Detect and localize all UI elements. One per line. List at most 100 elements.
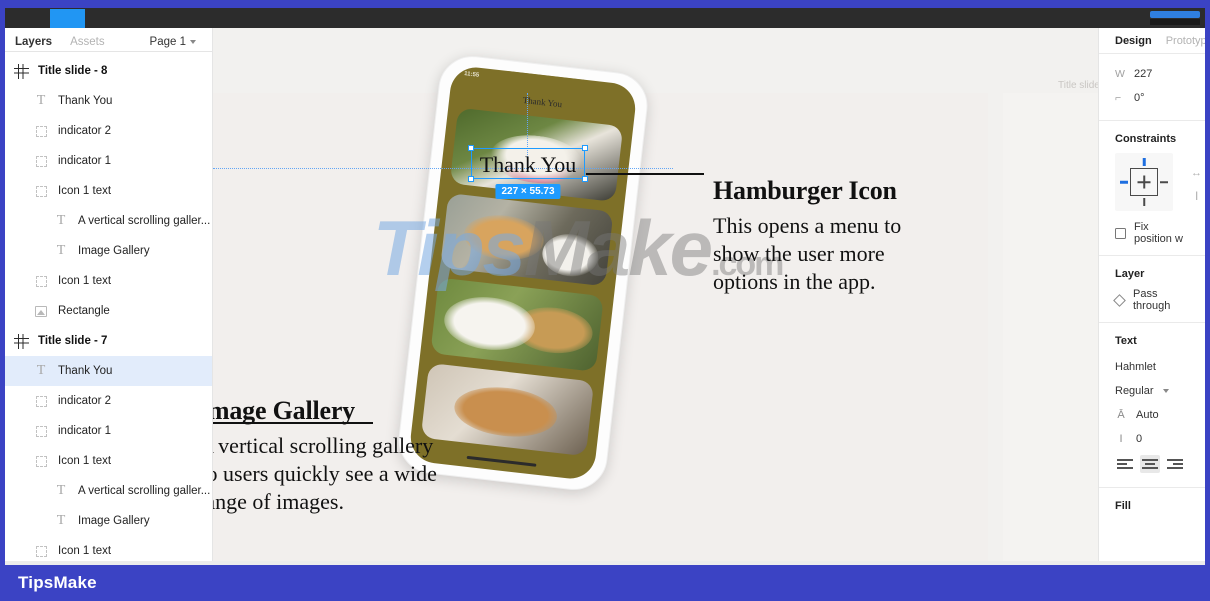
- resize-handle-top-right[interactable]: [582, 145, 588, 151]
- layer-row[interactable]: indicator 1: [5, 416, 212, 446]
- font-style-row[interactable]: Regular: [1099, 379, 1205, 403]
- line-height-value[interactable]: Auto: [1136, 409, 1159, 421]
- blend-mode-value[interactable]: Pass through: [1133, 288, 1189, 312]
- layer-label: Image Gallery: [78, 515, 150, 527]
- resize-handle-top-left[interactable]: [468, 145, 474, 151]
- selection-bounding-box[interactable]: Thank You 227 × 55.73: [468, 145, 588, 199]
- layer-row[interactable]: T Thank You: [5, 86, 212, 116]
- resize-handle-bottom-left[interactable]: [468, 176, 474, 182]
- align-center-icon[interactable]: [1140, 455, 1160, 473]
- design-panel: Design Prototype W 227 ⌐ 0° Constraints: [1098, 28, 1205, 565]
- line-height-icon: Ā: [1117, 409, 1125, 421]
- width-row[interactable]: W 227: [1099, 62, 1205, 86]
- group-icon: [33, 123, 49, 139]
- layer-label: Image Gallery: [78, 245, 150, 257]
- layer-title: Layer: [1115, 268, 1145, 280]
- alignment-guide-horizontal: [213, 168, 673, 169]
- layer-label: indicator 2: [58, 125, 112, 137]
- font-family-row[interactable]: Hahmlet: [1099, 355, 1205, 379]
- group-icon: [33, 153, 49, 169]
- layer-row[interactable]: T A vertical scrolling galler...: [5, 476, 212, 506]
- image-icon: [33, 303, 49, 319]
- layer-row[interactable]: T Thank You: [5, 356, 212, 386]
- constraint-left-marker[interactable]: [1120, 180, 1128, 184]
- brand-label: TipsMake: [18, 573, 97, 592]
- fill-section: Fill: [1099, 488, 1205, 530]
- text-icon: T: [36, 93, 46, 108]
- layer-row[interactable]: T Image Gallery: [5, 236, 212, 266]
- layer-label: A vertical scrolling galler...: [78, 485, 211, 497]
- page-selector[interactable]: Page 1: [150, 32, 196, 52]
- page-frame-right: [1205, 0, 1210, 601]
- fill-title: Fill: [1115, 500, 1131, 512]
- tab-design[interactable]: Design: [1115, 35, 1152, 47]
- line-height-row[interactable]: Ā Auto: [1099, 403, 1205, 427]
- resize-handle-bottom-right[interactable]: [582, 176, 588, 182]
- layer-row[interactable]: Title slide - 7: [5, 326, 212, 356]
- artboard-title-slide-8[interactable]: [1003, 93, 1098, 563]
- design-panel-tabs: Design Prototype: [1099, 28, 1205, 54]
- design-canvas[interactable]: Title slide 11:55 Thank You TipsMake.com…: [213, 28, 1098, 565]
- layer-row[interactable]: T A vertical scrolling galler...: [5, 206, 212, 236]
- align-right-icon[interactable]: [1165, 455, 1185, 473]
- layer-row[interactable]: Icon 1 text: [5, 446, 212, 476]
- selection-dimensions-badge: 227 × 55.73: [495, 184, 561, 199]
- tab-prototype[interactable]: Prototype: [1166, 35, 1205, 47]
- layer-row[interactable]: indicator 2: [5, 116, 212, 146]
- font-family-value[interactable]: Hahmlet: [1115, 361, 1156, 373]
- dimensions-section: W 227 ⌐ 0°: [1099, 54, 1205, 121]
- letter-spacing-row[interactable]: I 0: [1099, 427, 1205, 451]
- move-tool-button[interactable]: [50, 9, 85, 28]
- letter-spacing-icon: I: [1119, 433, 1123, 445]
- layer-row[interactable]: Icon 1 text: [5, 176, 212, 206]
- chevron-down-icon: [1162, 388, 1169, 393]
- letter-spacing-value[interactable]: 0: [1136, 433, 1142, 445]
- blend-mode-icon: [1113, 293, 1126, 307]
- layer-row[interactable]: Rectangle: [5, 296, 212, 326]
- phone-notch: [504, 70, 585, 97]
- annotation-left-body: A vertical scrolling gallery so users qu…: [213, 433, 437, 515]
- constraint-right-marker[interactable]: [1160, 181, 1168, 183]
- layer-row[interactable]: indicator 2: [5, 386, 212, 416]
- width-label: W: [1115, 68, 1125, 80]
- constraints-title: Constraints: [1115, 133, 1177, 145]
- share-button[interactable]: [1150, 11, 1200, 18]
- fix-position-row[interactable]: Fix position w: [1099, 211, 1205, 245]
- font-style-value[interactable]: Regular: [1115, 385, 1154, 397]
- gallery-photo-2: [440, 192, 614, 287]
- constraint-top-marker[interactable]: [1142, 158, 1146, 166]
- constraint-bottom-marker[interactable]: [1143, 198, 1145, 206]
- layer-label: Thank You: [58, 365, 113, 377]
- tab-layers[interactable]: Layers: [15, 32, 52, 52]
- figma-menu-icon[interactable]: [5, 8, 50, 28]
- align-left-icon[interactable]: [1115, 455, 1135, 473]
- home-indicator: [466, 455, 537, 467]
- layer-label: Icon 1 text: [58, 545, 112, 557]
- angle-icon: ⌐: [1115, 92, 1122, 104]
- blend-mode-row[interactable]: Pass through: [1099, 288, 1205, 312]
- layer-row[interactable]: T Image Gallery: [5, 506, 212, 536]
- layer-label: A vertical scrolling galler...: [78, 215, 211, 227]
- rotation-row[interactable]: ⌐ 0°: [1099, 86, 1205, 110]
- tab-assets[interactable]: Assets: [70, 32, 105, 52]
- chevron-down-icon: [190, 39, 196, 44]
- horizontal-constraint-icon[interactable]: ↔: [1191, 167, 1202, 179]
- rotation-value[interactable]: 0°: [1134, 92, 1145, 104]
- layer-row[interactable]: Title slide - 8: [5, 56, 212, 86]
- page-frame-top: [0, 0, 1210, 8]
- width-value[interactable]: 227: [1134, 68, 1152, 80]
- vertical-constraint-icon[interactable]: I: [1195, 189, 1198, 203]
- layer-label: Title slide - 7: [38, 335, 108, 347]
- constraints-widget[interactable]: ↔ I: [1115, 153, 1202, 211]
- artboard-label[interactable]: Title slide: [1058, 80, 1098, 91]
- layer-row[interactable]: indicator 1: [5, 146, 212, 176]
- app-toolbar: [5, 8, 1205, 28]
- layer-row[interactable]: Icon 1 text: [5, 266, 212, 296]
- group-icon: [33, 273, 49, 289]
- group-icon: [33, 183, 49, 199]
- leader-line-right: [586, 173, 704, 175]
- present-button[interactable]: [1150, 19, 1200, 25]
- annotation-image-gallery[interactable]: Image Gallery A vertical scrolling galle…: [213, 396, 448, 516]
- fix-position-checkbox[interactable]: [1115, 227, 1126, 239]
- annotation-hamburger-icon[interactable]: Hamburger Icon This opens a menu to show…: [713, 176, 943, 296]
